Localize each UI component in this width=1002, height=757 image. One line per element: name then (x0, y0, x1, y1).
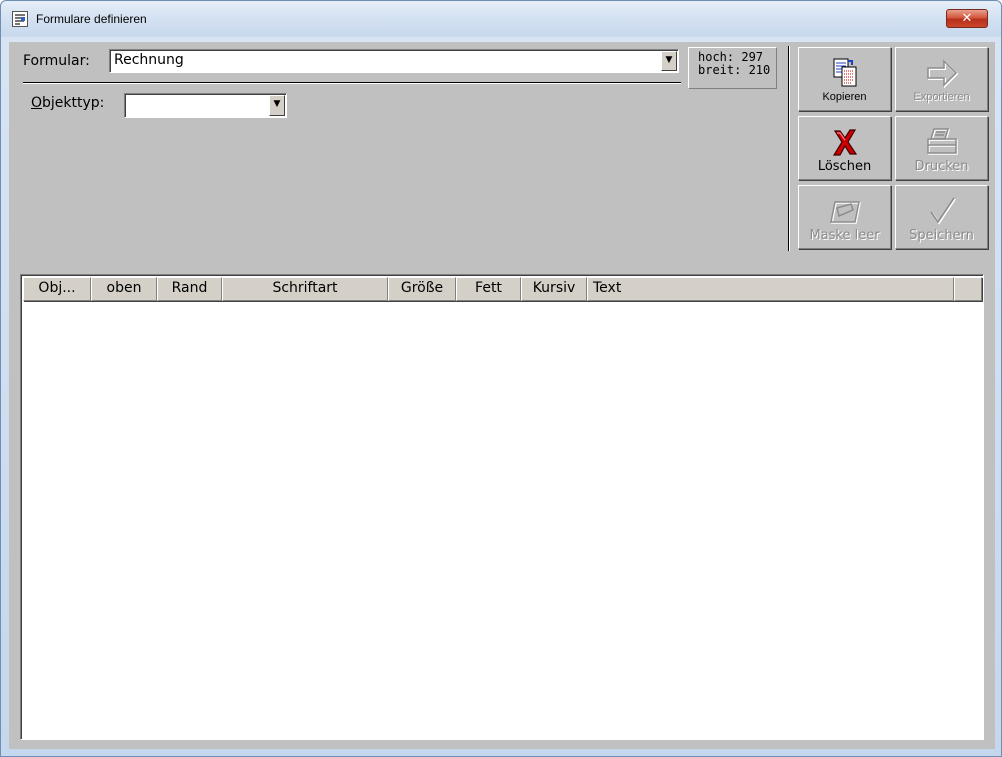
eraser-icon (799, 194, 890, 226)
arrow-right-icon (896, 56, 987, 89)
objekttyp-select[interactable]: ▼ (124, 93, 287, 118)
loeschen-button[interactable]: Löschen (798, 116, 891, 180)
close-button[interactable]: ✕ (946, 9, 988, 28)
page-size-display: hoch: 297 breit: 210 (688, 47, 777, 89)
column-header-oben[interactable]: oben (91, 277, 157, 301)
kopieren-label: Kopieren (822, 91, 867, 103)
width-value: breit: 210 (698, 63, 771, 77)
column-header-obj[interactable]: Obj... (23, 277, 91, 301)
column-header-fett[interactable]: Fett (456, 277, 521, 301)
exportieren-button[interactable]: Exportieren (895, 47, 988, 111)
close-icon: ✕ (961, 11, 973, 26)
client-area: Formular: Rechnung ▼ Objekttyp: ▼ hoch: … (9, 42, 995, 749)
column-header-filler (954, 277, 982, 301)
maske-leer-button[interactable]: Maske leer (798, 185, 891, 249)
window-title: Formulare definieren (36, 12, 147, 26)
speichern-label: Speichern (909, 228, 974, 243)
formular-select[interactable]: Rechnung ▼ (109, 49, 679, 73)
printer-icon (896, 125, 987, 157)
chevron-down-icon[interactable]: ▼ (269, 95, 285, 116)
copy-icon (799, 56, 890, 88)
maske-leer-label: Maske leer (809, 228, 880, 243)
checkmark-icon (896, 194, 987, 226)
drucken-button[interactable]: Drucken (895, 116, 988, 180)
objekttyp-label: Objekttyp: (31, 95, 105, 111)
objects-table[interactable]: Obj... oben Rand Schriftart Größe Fett K… (20, 274, 984, 740)
table-header: Obj... oben Rand Schriftart Größe Fett K… (23, 277, 982, 301)
column-header-groesse[interactable]: Größe (388, 277, 456, 301)
column-header-rand[interactable]: Rand (157, 277, 222, 301)
speichern-button[interactable]: Speichern (895, 185, 988, 249)
kopieren-button[interactable]: Kopieren (798, 47, 891, 111)
formular-label: Formular: (23, 53, 90, 69)
window: Formulare definieren ✕ Formular: Rechnun… (0, 0, 1002, 757)
toolbar-divider (788, 46, 790, 251)
loeschen-label: Löschen (817, 159, 872, 174)
separator (23, 82, 681, 84)
column-header-schriftart[interactable]: Schriftart (222, 277, 388, 301)
delete-x-icon (799, 125, 890, 157)
column-header-kursiv[interactable]: Kursiv (521, 277, 587, 301)
column-header-text[interactable]: Text (587, 277, 954, 301)
exportieren-label: Exportieren (913, 91, 970, 103)
formular-value: Rechnung (114, 52, 184, 68)
drucken-label: Drucken (914, 159, 969, 174)
app-icon[interactable] (12, 11, 28, 27)
chevron-down-icon[interactable]: ▼ (661, 51, 677, 71)
title-bar[interactable]: Formulare definieren ✕ (1, 1, 1001, 37)
